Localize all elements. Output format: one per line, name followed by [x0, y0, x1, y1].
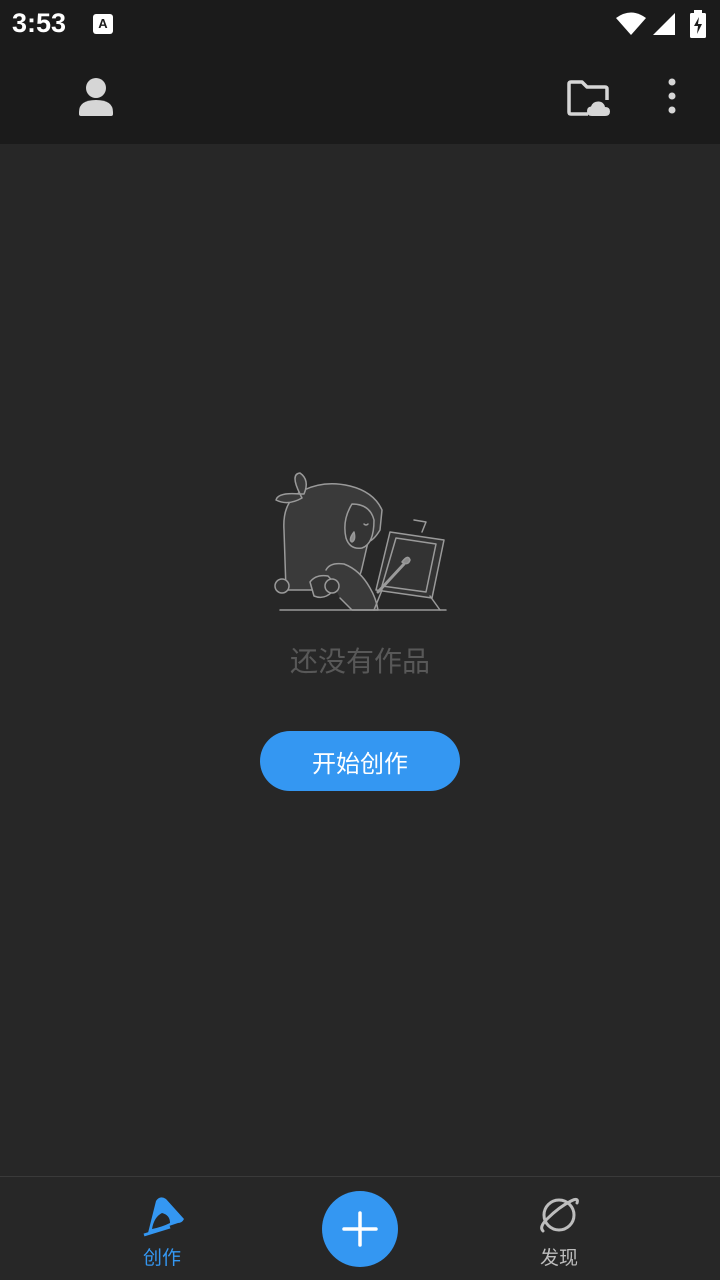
nav-discover-tab[interactable]: 发现: [499, 1177, 619, 1280]
nav-create-tab[interactable]: 创作: [102, 1177, 222, 1280]
app-bar: [0, 48, 720, 144]
status-bar: 3:53 A: [0, 0, 720, 48]
bottom-nav: 创作 发现: [0, 1176, 720, 1280]
a-icon: A: [93, 14, 113, 34]
nav-discover-label: 发现: [539, 1247, 578, 1269]
nav-create-label: 创作: [142, 1247, 181, 1269]
wifi-icon: [616, 12, 646, 35]
girl-drawing-illustration: [274, 472, 447, 611]
empty-message: 还没有作品: [289, 645, 430, 678]
start-creating-button[interactable]: 开始创作: [260, 731, 460, 791]
pencil-icon: [143, 1197, 184, 1237]
works-list-empty: 还没有作品 开始创作: [0, 144, 720, 1176]
signal-icon: [653, 13, 675, 35]
cloud-folder-icon[interactable]: [562, 72, 614, 124]
plus-icon: [342, 1211, 378, 1247]
more-vert-icon[interactable]: [652, 72, 692, 124]
battery-charging-icon: [690, 10, 706, 38]
svg-text:A: A: [98, 16, 108, 31]
planet-icon: [540, 1197, 579, 1233]
add-button[interactable]: [322, 1191, 398, 1267]
status-time: 3:53: [12, 8, 67, 38]
person-icon[interactable]: [70, 72, 122, 124]
